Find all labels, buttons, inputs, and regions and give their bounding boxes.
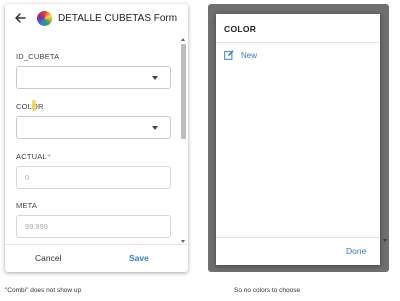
text-cursor-highlight — [32, 100, 36, 111]
done-button[interactable]: Done — [346, 246, 366, 256]
form-footer: Cancel Save — [5, 244, 188, 272]
form-title: DETALLE CUBETAS Form — [58, 13, 178, 24]
dialog-title: COLOR — [224, 24, 257, 34]
app-logo-icon — [37, 11, 52, 26]
cancel-button[interactable]: Cancel — [35, 253, 61, 263]
color-dropdown[interactable] — [16, 116, 171, 139]
detalle-cubetas-form: DETALLE CUBETAS Form ID_CUBETA COLOR ACT… — [5, 4, 188, 272]
new-label: New — [241, 50, 258, 60]
form-header: DETALLE CUBETAS Form — [5, 4, 188, 34]
actual-label: ACTUAL* — [16, 152, 51, 161]
caption-right: So no colors to choose — [234, 287, 301, 294]
edit-icon — [224, 50, 234, 60]
scroll-up-icon[interactable] — [180, 38, 185, 41]
save-button[interactable]: Save — [129, 253, 149, 263]
scrollbar-thumb[interactable] — [181, 44, 186, 139]
form-scrollbar[interactable] — [180, 36, 186, 244]
meta-label: META — [16, 201, 38, 210]
form-body: ID_CUBETA COLOR ACTUAL* META — [5, 34, 188, 244]
color-label: COLOR — [16, 102, 44, 111]
id-cubeta-dropdown[interactable] — [16, 66, 171, 89]
id-cubeta-label: ID_CUBETA — [16, 52, 60, 61]
actual-input[interactable] — [16, 166, 171, 189]
new-color-button[interactable]: New — [224, 49, 257, 61]
chevron-down-icon — [152, 126, 158, 130]
divider — [216, 42, 380, 43]
required-mark: * — [47, 152, 51, 161]
caption-left: "Combi" does not show up — [5, 287, 82, 294]
color-picker-dialog: COLOR New Done — [216, 14, 380, 265]
scroll-down-icon[interactable] — [180, 240, 185, 243]
actual-label-text: ACTUAL — [16, 152, 47, 161]
meta-input[interactable] — [16, 215, 171, 238]
scroll-down-icon — [383, 239, 387, 242]
back-arrow-icon[interactable] — [13, 11, 27, 25]
divider — [216, 237, 380, 238]
chevron-down-icon — [152, 76, 158, 80]
